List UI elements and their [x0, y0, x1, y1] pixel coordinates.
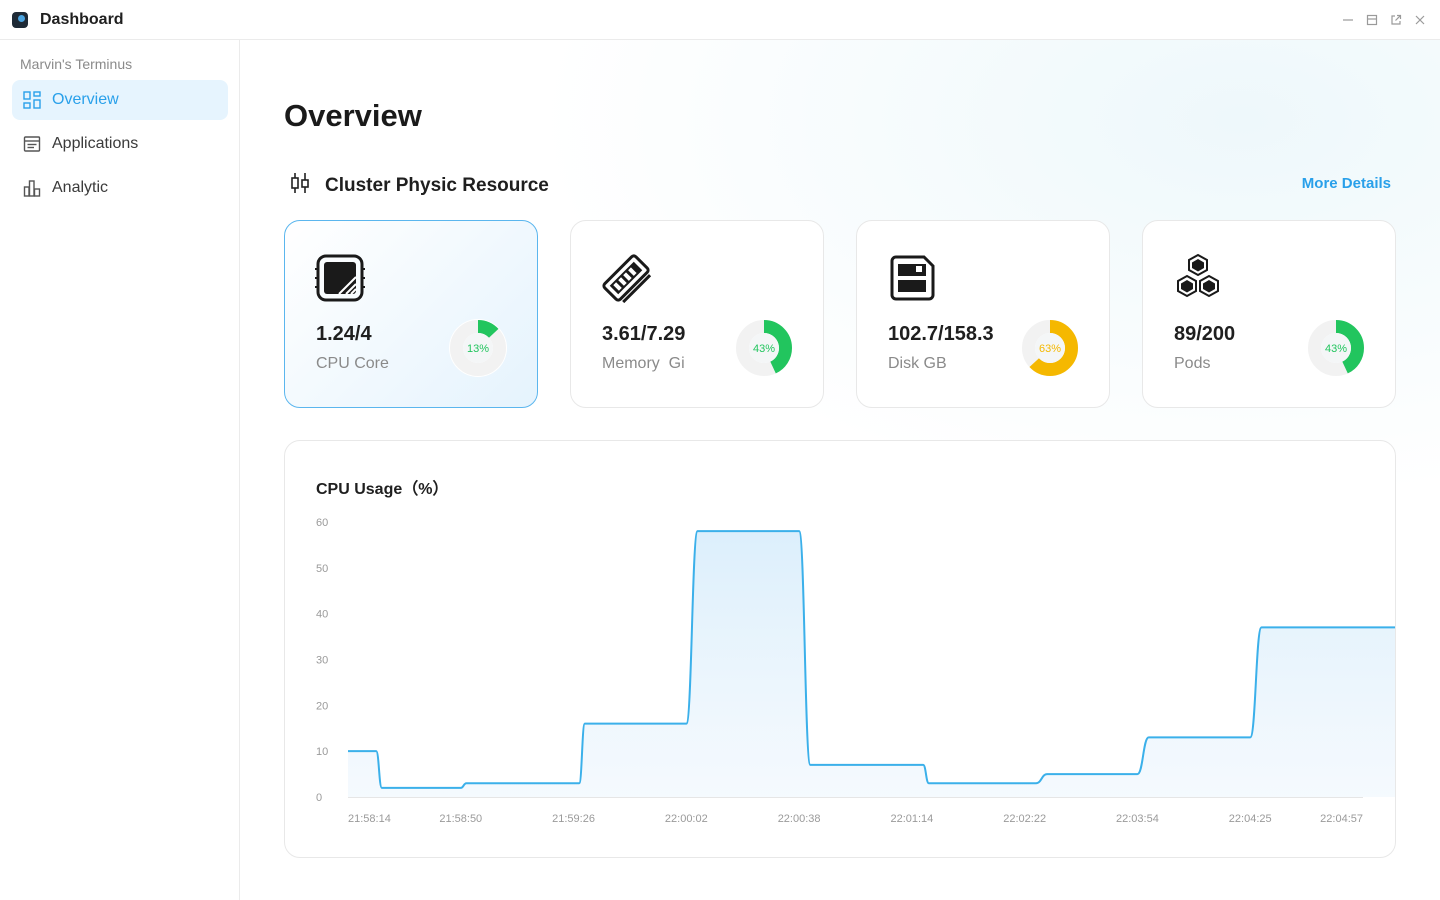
donut-percent-label: 13% [467, 343, 489, 355]
section-header: Cluster Physic Resource [289, 172, 549, 199]
x-tick-label: 21:58:50 [439, 813, 482, 825]
resource-sliders-icon [289, 172, 311, 199]
sidebar-item-label: Overview [52, 91, 119, 108]
card-label: Memory Gi [602, 355, 685, 372]
pods-icon [1173, 253, 1223, 303]
donut-percent-label: 43% [753, 343, 775, 355]
x-tick-label: 21:59:26 [552, 813, 595, 825]
usage-donut: 43% [735, 319, 793, 377]
x-tick-label: 22:00:02 [665, 813, 708, 825]
donut-percent-label: 63% [1039, 343, 1061, 355]
cpu-usage-point [809, 764, 811, 766]
cpu-usage-point [584, 723, 586, 725]
cpu-usage-point [928, 782, 930, 784]
memory-icon [601, 253, 652, 304]
y-tick-label: 40 [316, 609, 328, 621]
cpu-icon [315, 253, 365, 303]
card-label: Pods [1174, 355, 1211, 372]
usage-donut: 13% [449, 319, 507, 377]
cpu-usage-point [1136, 773, 1138, 775]
x-tick-label: 22:04:25 [1229, 813, 1272, 825]
x-tick-label: 22:03:54 [1116, 813, 1159, 825]
more-details-link[interactable]: More Details [1302, 175, 1391, 192]
section-title: Cluster Physic Resource [325, 174, 549, 196]
cpu-usage-point [1035, 782, 1037, 784]
x-tick-label: 21:58:14 [348, 813, 391, 825]
card-value: 3.61/7.29 [602, 323, 686, 345]
y-tick-label: 50 [316, 563, 328, 575]
page-title: Overview [284, 98, 422, 133]
pods-card[interactable]: 89/200 Pods 43% [1142, 220, 1396, 408]
cpu-usage-point [697, 530, 699, 532]
x-tick-label: 22:04:57 [1320, 813, 1363, 825]
cpu-usage-point [347, 750, 349, 752]
analytic-bars-icon [22, 178, 42, 198]
card-value: 89/200 [1174, 323, 1236, 345]
app-logo-icon [12, 12, 28, 28]
cpu-usage-point [465, 782, 467, 784]
cpu-usage-point [578, 782, 580, 784]
x-tick-label: 22:02:22 [1003, 813, 1046, 825]
window-controls [1340, 12, 1428, 28]
cpu-usage-point [375, 750, 377, 752]
donut-percent-label: 43% [1325, 343, 1347, 355]
main-content: Overview Cluster Physic Resource More De… [241, 40, 1440, 900]
y-tick-label: 0 [316, 792, 322, 804]
popout-icon[interactable] [1388, 12, 1404, 28]
title-bar: Dashboard [0, 0, 1440, 40]
close-icon[interactable] [1412, 12, 1428, 28]
card-label: Disk GB [888, 355, 947, 372]
card-label: CPU Core [316, 355, 389, 372]
y-tick-label: 10 [316, 746, 328, 758]
cpu-usage-point [1373, 626, 1375, 628]
window-title: Dashboard [40, 11, 124, 28]
cpu-usage-point [1362, 626, 1364, 628]
cpu-usage-area [348, 531, 1395, 797]
applications-icon [22, 134, 42, 154]
workspace-name: Marvin's Terminus [20, 56, 133, 72]
y-tick-label: 60 [316, 517, 328, 529]
cpu-usage-point [1046, 773, 1048, 775]
cpu-usage-chart: 0 10 20 30 40 50 60 21:58:14 21:58:50 21:59:26 22:… [316, 517, 1395, 825]
card-value: 102.7/158.3 [888, 323, 994, 345]
y-tick-label: 20 [316, 700, 328, 712]
cpu-usage-point [922, 764, 924, 766]
y-tick-label: 30 [316, 655, 328, 667]
x-tick-label: 22:00:38 [778, 813, 821, 825]
overview-grid-icon [22, 90, 42, 110]
card-value: 1.24/4 [316, 323, 372, 345]
maximize-icon[interactable] [1364, 12, 1380, 28]
sidebar-item-analytic[interactable]: Analytic [12, 168, 228, 208]
sidebar-item-label: Analytic [52, 179, 109, 196]
sidebar-item-overview[interactable]: Overview [12, 80, 228, 120]
usage-donut: 43% [1307, 319, 1365, 377]
cpu-card[interactable]: 1.24/4 CPU Core 13% [284, 220, 538, 408]
sidebar-item-applications[interactable]: Applications [12, 124, 228, 164]
cpu-usage-point [798, 530, 800, 532]
sidebar: Marvin's Terminus Overview Applications [0, 40, 240, 900]
cpu-usage-point [1148, 736, 1150, 738]
disk-icon [887, 253, 937, 303]
sidebar-item-label: Applications [52, 135, 139, 152]
cpu-usage-point [1261, 626, 1263, 628]
x-tick-label: 22:01:14 [890, 813, 933, 825]
memory-card[interactable]: 3.61/7.29 Memory Gi 43% [570, 220, 824, 408]
cpu-usage-point [460, 787, 462, 789]
cpu-usage-point [685, 723, 687, 725]
disk-card[interactable]: 102.7/158.3 Disk GB 63% [856, 220, 1110, 408]
minimize-icon[interactable] [1340, 12, 1356, 28]
cpu-usage-chart-panel: CPU Usage（%） 0 10 20 30 40 50 60 21:58:14 21:58:… [284, 440, 1396, 858]
cpu-usage-point [1249, 736, 1251, 738]
usage-donut: 63% [1021, 319, 1079, 377]
cpu-usage-point [381, 787, 383, 789]
